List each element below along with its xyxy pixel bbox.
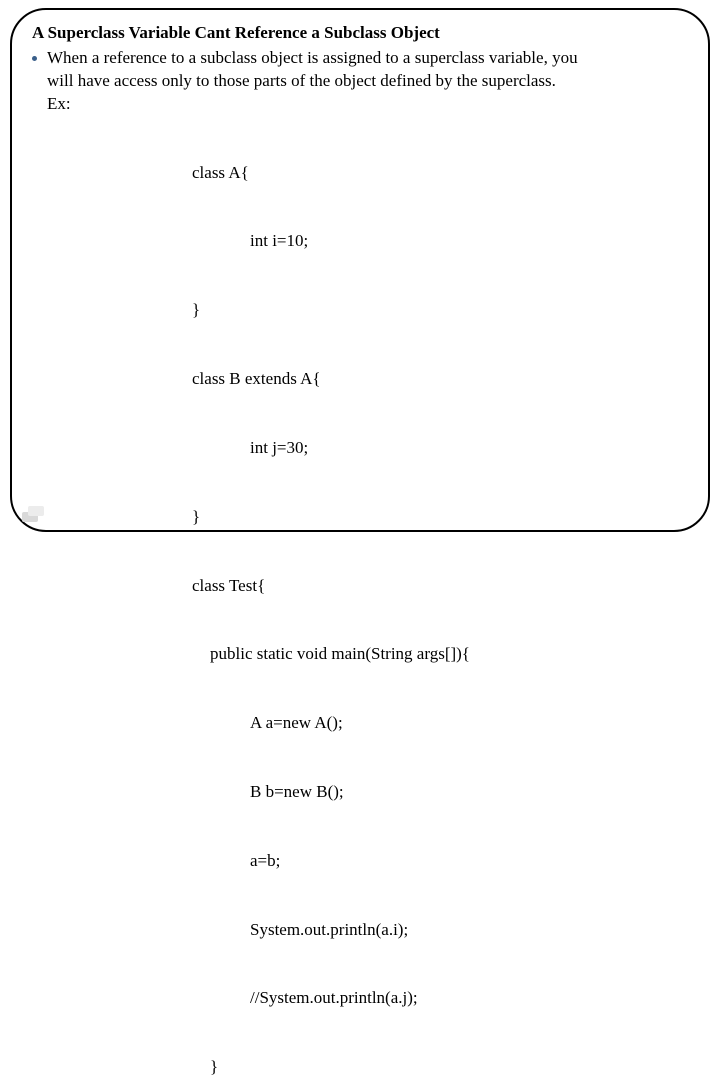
code-line: class B extends A{ <box>192 368 688 391</box>
code-block: class A{ int i=10; } class B extends A{ … <box>192 116 688 1080</box>
bullet-line-2: will have access only to those parts of … <box>47 71 556 90</box>
bullet-icon <box>32 56 37 61</box>
code-line: A a=new A(); <box>192 712 688 735</box>
code-line: } <box>192 299 688 322</box>
slide: A Superclass Variable Cant Reference a S… <box>0 0 720 540</box>
code-line: int i=10; <box>192 230 688 253</box>
bullet-text: When a reference to a subclass object is… <box>47 47 688 116</box>
bullet-item: When a reference to a subclass object is… <box>32 47 688 116</box>
corner-decoration-icon <box>22 506 44 522</box>
code-line: } <box>192 506 688 529</box>
code-line: System.out.println(a.i); <box>192 919 688 942</box>
code-line: B b=new B(); <box>192 781 688 804</box>
code-line: a=b; <box>192 850 688 873</box>
code-line: class Test{ <box>192 575 688 598</box>
code-line: //System.out.println(a.j); <box>192 987 688 1010</box>
bullet-line-1: When a reference to a subclass object is… <box>47 48 578 67</box>
code-line: } <box>192 1056 688 1079</box>
slide-title: A Superclass Variable Cant Reference a S… <box>32 22 688 45</box>
code-line: public static void main(String args[]){ <box>192 643 688 666</box>
code-line: class A{ <box>192 162 688 185</box>
example-label: Ex: <box>47 94 71 113</box>
content-area: A Superclass Variable Cant Reference a S… <box>18 18 702 1080</box>
code-line: int j=30; <box>192 437 688 460</box>
